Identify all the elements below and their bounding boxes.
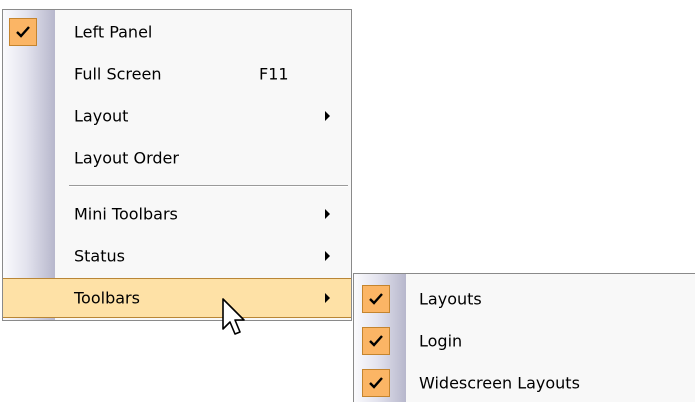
menu-item-label: Full Screen bbox=[74, 64, 162, 83]
menu-separator bbox=[69, 185, 348, 187]
menu-item-login[interactable]: Login bbox=[354, 321, 695, 360]
checkmark-icon bbox=[362, 326, 390, 355]
menu-item-label: Status bbox=[74, 246, 125, 265]
menu-item-layout[interactable]: Layout bbox=[3, 96, 351, 135]
menu-item-label: Layout Order bbox=[74, 148, 179, 167]
menu-item-status[interactable]: Status bbox=[3, 236, 351, 275]
checkmark-icon bbox=[9, 17, 37, 46]
menu-item-toolbars[interactable]: Toolbars bbox=[3, 278, 351, 318]
submenu-arrow-icon bbox=[325, 250, 330, 261]
menu-item-label: Layouts bbox=[419, 289, 482, 308]
menu-item-left-panel[interactable]: Left Panel bbox=[3, 12, 351, 51]
view-menu: Left Panel Full Screen F11 Layout Layout… bbox=[2, 9, 352, 321]
submenu-arrow-icon bbox=[325, 208, 330, 219]
shortcut-key: F11 bbox=[259, 64, 289, 83]
mouse-pointer-icon bbox=[222, 298, 245, 335]
menu-item-mini-toolbars[interactable]: Mini Toolbars bbox=[3, 194, 351, 233]
menu-item-layouts[interactable]: Layouts bbox=[354, 279, 695, 318]
checkmark-icon bbox=[362, 284, 390, 313]
submenu-arrow-icon bbox=[325, 293, 330, 303]
highlight-gutter bbox=[3, 279, 55, 317]
menu-item-layout-order[interactable]: Layout Order bbox=[3, 138, 351, 177]
menu-item-label: Login bbox=[419, 331, 463, 350]
menu-item-label: Widescreen Layouts bbox=[419, 373, 580, 392]
checkmark-icon bbox=[362, 368, 390, 397]
submenu-arrow-icon bbox=[325, 110, 330, 121]
menu-item-label: Toolbars bbox=[74, 288, 140, 308]
toolbars-submenu: Layouts Login Widescreen Layouts bbox=[353, 273, 695, 402]
menu-item-label: Left Panel bbox=[74, 22, 153, 41]
menu-item-widescreen-layouts[interactable]: Widescreen Layouts bbox=[354, 363, 695, 402]
menu-item-label: Mini Toolbars bbox=[74, 204, 178, 223]
menu-item-full-screen[interactable]: Full Screen F11 bbox=[3, 54, 351, 93]
menu-item-label: Layout bbox=[74, 106, 129, 125]
